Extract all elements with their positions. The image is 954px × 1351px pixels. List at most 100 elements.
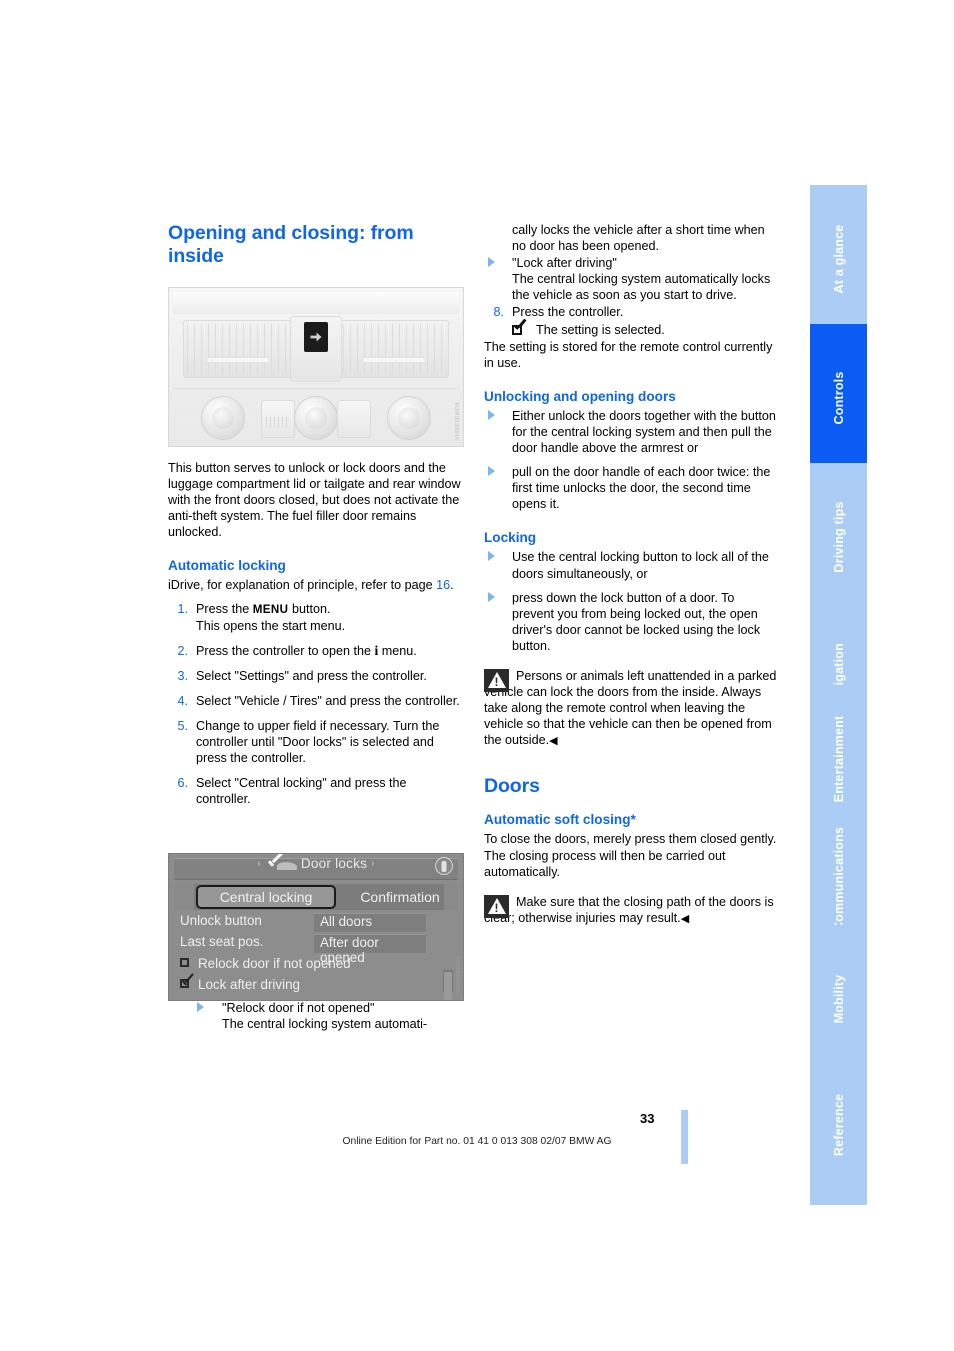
step-5: 5. Change to upper field if necessary. T… — [168, 718, 463, 766]
list-item-text: Either unlock the doors together with th… — [512, 408, 776, 456]
option-body: The central locking system automatically… — [512, 272, 771, 303]
figure-dashboard-photo: VH00F0EA/DA — [168, 287, 464, 447]
vent-slats — [187, 324, 289, 374]
step-number: 8. — [493, 305, 504, 320]
chapter-tab-label: Driving tips — [831, 501, 846, 573]
idrive-tab-row: Central locking Confirmation — [174, 884, 458, 910]
climate-knob-center[interactable] — [294, 396, 338, 440]
step-4: 4. Select "Vehicle / Tires" and press th… — [168, 693, 463, 709]
step-text: Select "Vehicle / Tires" and press the c… — [196, 693, 460, 708]
warning-triangle-icon: ! — [484, 668, 509, 692]
step-number: 4. — [177, 693, 188, 708]
step-number: 3. — [177, 668, 188, 683]
vent-adjuster — [206, 357, 270, 363]
list-item-text: Use the central locking button to lock a… — [512, 550, 769, 581]
chapter-tab-label: At a glance — [831, 224, 846, 294]
step-subtext: This opens the start menu. — [196, 618, 346, 633]
idrive-checkbox-lock-after-driving[interactable]: Lock after driving — [180, 977, 452, 998]
idrive-row-unlock-button[interactable]: Unlock button All doors — [174, 912, 458, 933]
climate-control-left[interactable] — [261, 400, 295, 438]
list-item: Either unlock the doors together with th… — [484, 408, 779, 456]
page-number: 33 — [640, 1111, 655, 1126]
step-2: 2. Press the controller to open the i me… — [168, 643, 463, 659]
figure-idrive-screen: ‹ Door locks › Central locking Confirmat… — [168, 853, 464, 1001]
figure-caption-code: VH00F0EA/DA — [455, 402, 461, 440]
triangle-bullet-icon — [488, 551, 495, 562]
unlocking-bullets: Either unlock the doors together with th… — [484, 408, 779, 513]
idrive-scrollbar-thumb[interactable] — [444, 972, 452, 1000]
option-body: The central locking system automati- — [222, 1016, 428, 1031]
chevron-left-icon[interactable]: ‹ — [257, 858, 261, 869]
option-title: "Relock door if not opened" — [222, 1000, 375, 1015]
heading-unlocking-and-opening-doors: Unlocking and opening doors — [484, 388, 676, 404]
chapter-tab-driving-tips[interactable]: Driving tips — [810, 463, 867, 611]
step-7-options: "Relock door if not opened" The central … — [196, 1000, 463, 1032]
chapter-tab-strip: At a glance Controls Driving tips Naviga… — [810, 185, 867, 1205]
chapter-tab-reference[interactable]: Reference — [810, 1045, 867, 1205]
vent-slats — [343, 324, 445, 374]
checkbox-unchecked-icon — [180, 958, 193, 969]
step-8-block: 8. Press the controller. The setting is … — [484, 304, 779, 337]
step-number: 5. — [177, 719, 188, 734]
step-text-after: button. — [288, 601, 331, 616]
idrive-tab-confirmation[interactable]: Confirmation — [340, 884, 460, 910]
vent-adjuster — [362, 357, 426, 363]
idrive-scrollbar[interactable] — [443, 970, 453, 1000]
automatic-locking-steps: 1. Press the MENU button. This opens the… — [168, 601, 463, 808]
idrive-row-label: Last seat pos. — [180, 934, 264, 949]
page-cross-reference[interactable]: 16 — [436, 578, 450, 592]
idrive-tab-central-locking[interactable]: Central locking — [196, 884, 336, 910]
central-locking-button[interactable] — [304, 322, 328, 352]
idrive-screen-title: Door locks — [300, 856, 368, 871]
continued-paragraph: cally locks the vehicle after a short ti… — [484, 222, 779, 254]
idrive-reference-period: . — [450, 578, 454, 593]
soft-closing-paragraph: To close the doors, merely press them cl… — [484, 832, 777, 879]
step-text: Select "Central locking" and press the c… — [196, 776, 407, 807]
page-title: Opening and closing: from inside — [168, 222, 414, 267]
idrive-status-badge — [435, 857, 453, 875]
idrive-reference-text: iDrive, for explanation of principle, re… — [168, 578, 437, 593]
climate-knob-right[interactable] — [387, 396, 431, 440]
checkbox-checked-icon — [180, 979, 193, 990]
heading-locking: Locking — [484, 530, 537, 546]
chapter-tab-label: Controls — [831, 371, 846, 425]
lock-after-driving-option: "Lock after driving" The central locking… — [484, 255, 779, 303]
step-1: 1. Press the MENU button. This opens the… — [168, 601, 463, 634]
idrive-tab-label: Central locking — [219, 889, 313, 905]
step-number: 1. — [177, 601, 188, 616]
vehicle-check-icon — [267, 856, 297, 870]
idrive-checkbox-relock-door[interactable]: Relock door if not opened — [180, 956, 452, 977]
idrive-screen-title-row: ‹ Door locks › — [169, 856, 463, 871]
chapter-tab-controls[interactable]: Controls — [810, 324, 867, 472]
warning-triangle-icon: ! — [484, 894, 509, 918]
idrive-row-value: All doors — [314, 913, 426, 932]
step-number: 2. — [177, 643, 188, 658]
chapter-tab-label: Entertainment — [831, 715, 846, 803]
idrive-checkbox-label: Relock door if not opened — [198, 956, 351, 971]
idrive-checkbox-label: Lock after driving — [198, 977, 300, 992]
section-end-mark: ◀ — [680, 912, 690, 925]
right-column: cally locks the vehicle after a short ti… — [484, 222, 779, 927]
locking-bullets: Use the central locking button to lock a… — [484, 549, 779, 654]
option-title: "Lock after driving" — [512, 256, 617, 271]
lock-arrow-icon — [310, 332, 322, 342]
section-end-mark: ◀ — [549, 735, 558, 748]
intro-paragraph: This button serves to unlock or lock doo… — [168, 461, 461, 540]
idrive-settings-list: Unlock button All doors Last seat pos. A… — [174, 912, 458, 1000]
manual-page: At a glance Controls Driving tips Naviga… — [0, 0, 954, 1351]
idrive-row-label: Unlock button — [180, 913, 262, 928]
climate-control-right[interactable] — [337, 400, 371, 438]
step-3: 3. Select "Settings" and press the contr… — [168, 668, 463, 684]
list-item: press down the lock button of a door. To… — [484, 590, 779, 654]
option-lock-after-driving: "Lock after driving" The central locking… — [484, 255, 779, 303]
step-8-result: The setting is selected. — [512, 322, 779, 338]
heading-automatic-locking: Automatic locking — [168, 558, 286, 574]
air-vent-right — [339, 320, 449, 378]
option-relock-door: "Relock door if not opened" The central … — [196, 1000, 463, 1032]
chevron-right-icon[interactable]: › — [371, 858, 375, 869]
chapter-tab-at-a-glance[interactable]: At a glance — [810, 185, 867, 333]
triangle-bullet-icon — [488, 466, 495, 477]
idrive-row-last-seat-pos[interactable]: Last seat pos. After door opened — [174, 933, 458, 965]
climate-knob-left[interactable] — [201, 396, 245, 440]
warning-text-wrap: Persons or animals left unattended in a … — [484, 668, 779, 749]
